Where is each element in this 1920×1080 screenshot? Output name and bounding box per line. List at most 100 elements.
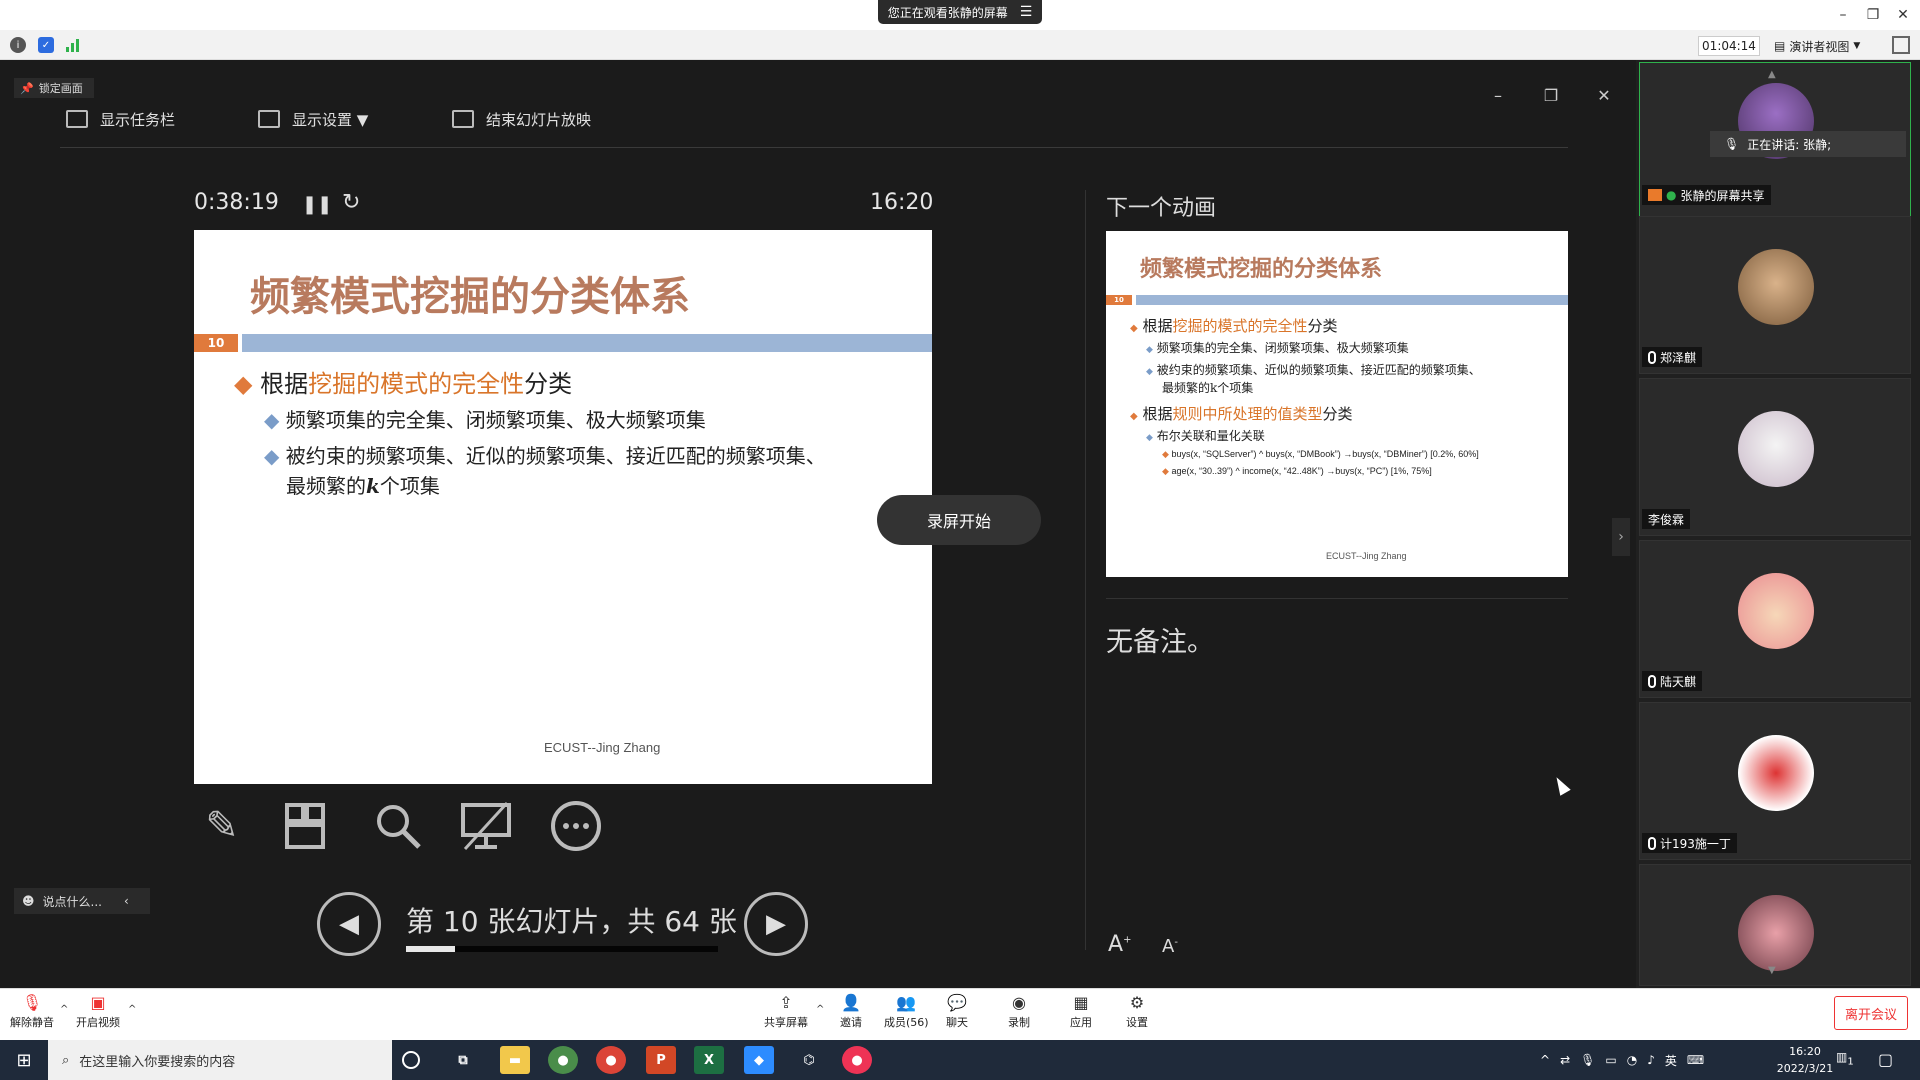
next-slide-preview: 频繁模式挖掘的分类体系 10 ◆ 根据挖掘的模式的完全性分类 ◆ 频繁项集的完全… xyxy=(1106,231,1568,577)
windows-start-icon[interactable]: ⊞ xyxy=(0,1040,48,1080)
participant-card[interactable]: 计193施一丁 xyxy=(1639,702,1911,860)
network-icon[interactable]: ⇄ xyxy=(1560,1053,1570,1067)
wifi-icon[interactable]: ◔ xyxy=(1627,1053,1637,1067)
sub2b-pre: 最频繁的 xyxy=(286,474,366,498)
avatar xyxy=(1738,411,1814,487)
video-options-chevron-icon[interactable]: ^ xyxy=(128,1004,136,1015)
participant-card[interactable]: ▼ xyxy=(1639,864,1911,986)
active-speaker-indicator: 🎙 正在讲话: 张静; xyxy=(1710,131,1906,157)
volume-icon[interactable]: ♪ xyxy=(1647,1053,1655,1067)
presenter-close-button[interactable]: ✕ xyxy=(1593,84,1615,106)
reset-timer-icon[interactable]: ↻ xyxy=(342,190,360,215)
microphone-icon[interactable]: 🎙 xyxy=(1580,1053,1595,1067)
restore-button[interactable]: ❐ xyxy=(1862,4,1884,26)
zoom-magnifier-icon[interactable] xyxy=(370,798,426,854)
next-b2-prefix: 根据 xyxy=(1142,405,1173,423)
chat-button[interactable]: 💬 聊天 xyxy=(946,992,968,1030)
participant-name: 李俊霖 xyxy=(1648,512,1685,527)
bullet-diamond-icon: ◆ xyxy=(1130,411,1138,422)
chrome-alt-icon[interactable]: ● xyxy=(842,1046,872,1074)
next-s2-text: 被约束的频繁项集、近似的频繁项集、接近匹配的频繁项集、 xyxy=(1156,363,1481,377)
chevron-up-icon[interactable]: ▲ xyxy=(1768,69,1776,80)
info-icon[interactable]: i xyxy=(10,37,26,53)
record-button[interactable]: ◉ 录制 xyxy=(1008,992,1030,1030)
apps-icon: ▦ xyxy=(1073,992,1089,1012)
excel-icon[interactable]: X xyxy=(694,1046,724,1074)
next-slide-button[interactable]: ▶ xyxy=(744,892,808,956)
menu-icon[interactable]: ☰ xyxy=(1020,4,1033,20)
clock-time: 16:20 xyxy=(1789,1045,1821,1058)
participant-card[interactable]: 李俊霖 xyxy=(1639,378,1911,536)
next-sub-2: ◆ 被约束的频繁项集、近似的频繁项集、接近匹配的频繁项集、 xyxy=(1146,361,1481,378)
screen-capture-icon[interactable]: ⌬ xyxy=(794,1046,824,1074)
display-settings-button[interactable]: 显示设置 ▼ xyxy=(258,107,368,131)
participant-card[interactable]: 郑泽麒 xyxy=(1639,216,1911,374)
powerpoint-icon[interactable]: P xyxy=(646,1046,676,1074)
share-screen-button[interactable]: ⇪ 共享屏幕 xyxy=(764,992,808,1030)
screen-share-banner[interactable]: 您正在观看张静的屏幕 ☰ xyxy=(878,0,1042,24)
next-bullet-1: ◆ 根据挖掘的模式的完全性分类 xyxy=(1130,315,1338,336)
minimize-button[interactable]: – xyxy=(1832,4,1854,26)
share-options-chevron-icon[interactable]: ^ xyxy=(816,1004,824,1015)
presenter-minimize-button[interactable]: – xyxy=(1487,84,1509,106)
next-rule-1: ◆ buys(x, “SQLServer”) ^ buys(x, “DMBook… xyxy=(1162,449,1479,460)
leave-meeting-button[interactable]: 离开会议 xyxy=(1834,996,1908,1030)
slide-number-badge: 10 xyxy=(194,334,238,352)
battery-icon[interactable]: ▭ xyxy=(1605,1053,1616,1067)
fullscreen-icon[interactable] xyxy=(1892,36,1910,54)
security-shield-icon[interactable]: ✓ xyxy=(38,37,54,53)
black-screen-icon[interactable] xyxy=(458,798,514,854)
increase-font-button[interactable]: A+ xyxy=(1108,932,1131,957)
signal-strength-icon[interactable] xyxy=(66,38,80,52)
sub-bullet-diamond-icon: ◆ xyxy=(264,408,280,432)
slide-progress-bar xyxy=(406,946,718,952)
members-button[interactable]: 👥 成员(56) xyxy=(884,992,929,1030)
start-video-button[interactable]: ▣ 开启视频 xyxy=(76,992,120,1030)
chrome-icon[interactable]: ● xyxy=(596,1046,626,1074)
action-center-icon[interactable]: ▢ xyxy=(1878,1050,1893,1069)
quick-chat-input[interactable]: ☻ 说点什么... ‹ xyxy=(14,888,150,914)
audio-options-chevron-icon[interactable]: ^ xyxy=(60,1004,68,1015)
view-selector[interactable]: ▤ 演讲者视图 ▼ xyxy=(1774,35,1878,57)
bullet1-suffix: 分类 xyxy=(524,370,573,398)
next-sub-1: ◆ 频繁项集的完全集、闭频繁项集、极大频繁项集 xyxy=(1146,339,1409,356)
collapse-panel-icon[interactable]: › xyxy=(1612,518,1630,556)
more-options-icon[interactable] xyxy=(548,798,604,854)
task-view-icon[interactable]: ⧉ xyxy=(448,1046,478,1074)
meeting-app-icon[interactable]: ◆ xyxy=(744,1046,774,1074)
end-slideshow-button[interactable]: 结束幻灯片放映 xyxy=(452,107,591,131)
taskbar-clock[interactable]: 16:20 2022/3/21 xyxy=(1770,1042,1840,1078)
chevron-down-icon[interactable]: ▼ xyxy=(1768,965,1776,976)
ime-indicator[interactable]: 英 xyxy=(1665,1052,1677,1069)
invite-button[interactable]: 👤 邀请 xyxy=(840,992,862,1030)
presenter-restore-button[interactable]: ❐ xyxy=(1540,84,1562,106)
lock-screen-button[interactable]: 📌 锁定画面 xyxy=(14,78,94,98)
decrease-font-button[interactable]: A- xyxy=(1162,936,1178,957)
notification-badge[interactable]: ▥1 xyxy=(1836,1050,1854,1067)
keyboard-icon[interactable]: ⌨ xyxy=(1687,1053,1704,1067)
settings-button[interactable]: ⚙ 设置 xyxy=(1126,992,1148,1030)
close-button[interactable]: ✕ xyxy=(1892,4,1914,26)
see-all-slides-icon[interactable] xyxy=(280,798,336,854)
current-time: 16:20 xyxy=(870,190,934,215)
collapse-chat-icon[interactable]: ‹ xyxy=(124,894,129,908)
previous-slide-button[interactable]: ◀ xyxy=(317,892,381,956)
show-taskbar-button[interactable]: 显示任务栏 xyxy=(66,107,175,131)
end-slideshow-label: 结束幻灯片放映 xyxy=(486,110,592,129)
taskbar-search-box[interactable]: ⌕ 在这里输入你要搜索的内容 xyxy=(48,1040,392,1080)
file-explorer-icon[interactable]: ▬ xyxy=(500,1046,530,1074)
apps-button[interactable]: ▦ 应用 xyxy=(1070,992,1092,1030)
tray-expand-icon[interactable]: ^ xyxy=(1540,1053,1550,1067)
participant-card[interactable]: 陆天麒 xyxy=(1639,540,1911,698)
members-label: 成员(56) xyxy=(884,1016,929,1029)
slide-title: 频繁模式挖掘的分类体系 xyxy=(250,274,690,320)
participant-name-tag: 李俊霖 xyxy=(1642,509,1691,529)
cortana-icon[interactable] xyxy=(402,1051,420,1069)
unmute-button[interactable]: 🎙 解除静音 xyxy=(10,992,54,1030)
notes-divider xyxy=(1106,598,1568,599)
browser-icon[interactable]: ● xyxy=(548,1046,578,1074)
pause-icon[interactable]: ❚❚ xyxy=(302,194,332,215)
share-label: 共享屏幕 xyxy=(764,1016,808,1029)
pen-icon[interactable]: ✎ xyxy=(194,798,250,854)
avatar xyxy=(1738,735,1814,811)
